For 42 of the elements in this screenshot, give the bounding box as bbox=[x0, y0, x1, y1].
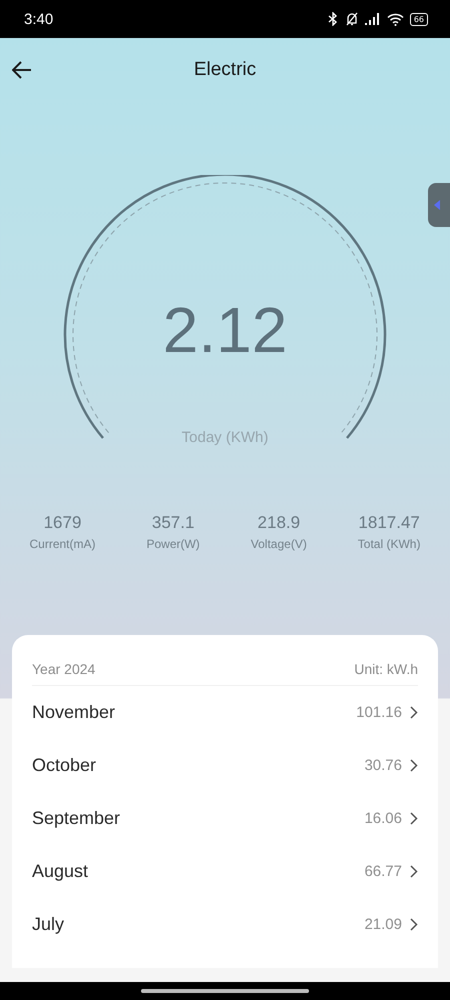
stat-value: 218.9 bbox=[258, 513, 300, 533]
triangle-left-icon bbox=[434, 200, 440, 210]
signal-icon bbox=[364, 13, 381, 25]
stat-label: Power(W) bbox=[146, 537, 200, 551]
page-title: Electric bbox=[194, 59, 256, 81]
month-name: August bbox=[32, 861, 88, 882]
stat-value: 1679 bbox=[44, 513, 82, 533]
chevron-right-icon bbox=[410, 865, 418, 878]
chevron-right-icon bbox=[410, 759, 418, 772]
month-value: 30.76 bbox=[364, 757, 402, 774]
stat-label: Current(mA) bbox=[29, 537, 96, 551]
battery-icon: 66 bbox=[410, 12, 428, 26]
stat-value: 1817.47 bbox=[358, 513, 420, 533]
today-value: 2.12 bbox=[162, 293, 288, 368]
chevron-right-icon bbox=[410, 706, 418, 719]
month-row[interactable]: November 101.16 bbox=[32, 686, 418, 739]
today-label: Today (KWh) bbox=[182, 429, 268, 448]
month-name: November bbox=[32, 702, 116, 723]
back-button[interactable] bbox=[12, 60, 34, 80]
month-value: 66.77 bbox=[364, 863, 402, 880]
month-row[interactable]: September 16.06 bbox=[32, 792, 418, 845]
month-row[interactable]: August 66.77 bbox=[32, 845, 418, 898]
month-name: July bbox=[32, 914, 64, 935]
bell-muted-icon bbox=[344, 12, 359, 26]
bluetooth-icon bbox=[326, 12, 339, 26]
unit-label: Unit: kW.h bbox=[354, 661, 418, 677]
month-value: 16.06 bbox=[364, 810, 402, 827]
year-label: Year 2024 bbox=[32, 661, 96, 677]
stat-label: Total (KWh) bbox=[358, 537, 420, 551]
month-name: October bbox=[32, 755, 96, 776]
chevron-right-icon bbox=[410, 812, 418, 825]
stat-label: Voltage(V) bbox=[250, 537, 307, 551]
chevron-right-icon bbox=[410, 918, 418, 931]
month-name: September bbox=[32, 808, 120, 829]
side-panel-tab[interactable] bbox=[428, 183, 450, 227]
month-value: 21.09 bbox=[364, 916, 402, 933]
stat-value: 357.1 bbox=[152, 513, 194, 533]
month-row[interactable]: July 21.09 bbox=[32, 898, 418, 951]
month-value: 101.16 bbox=[356, 704, 402, 721]
status-time: 3:40 bbox=[24, 10, 54, 28]
month-row[interactable]: October 30.76 bbox=[32, 739, 418, 792]
wifi-icon bbox=[386, 12, 404, 26]
